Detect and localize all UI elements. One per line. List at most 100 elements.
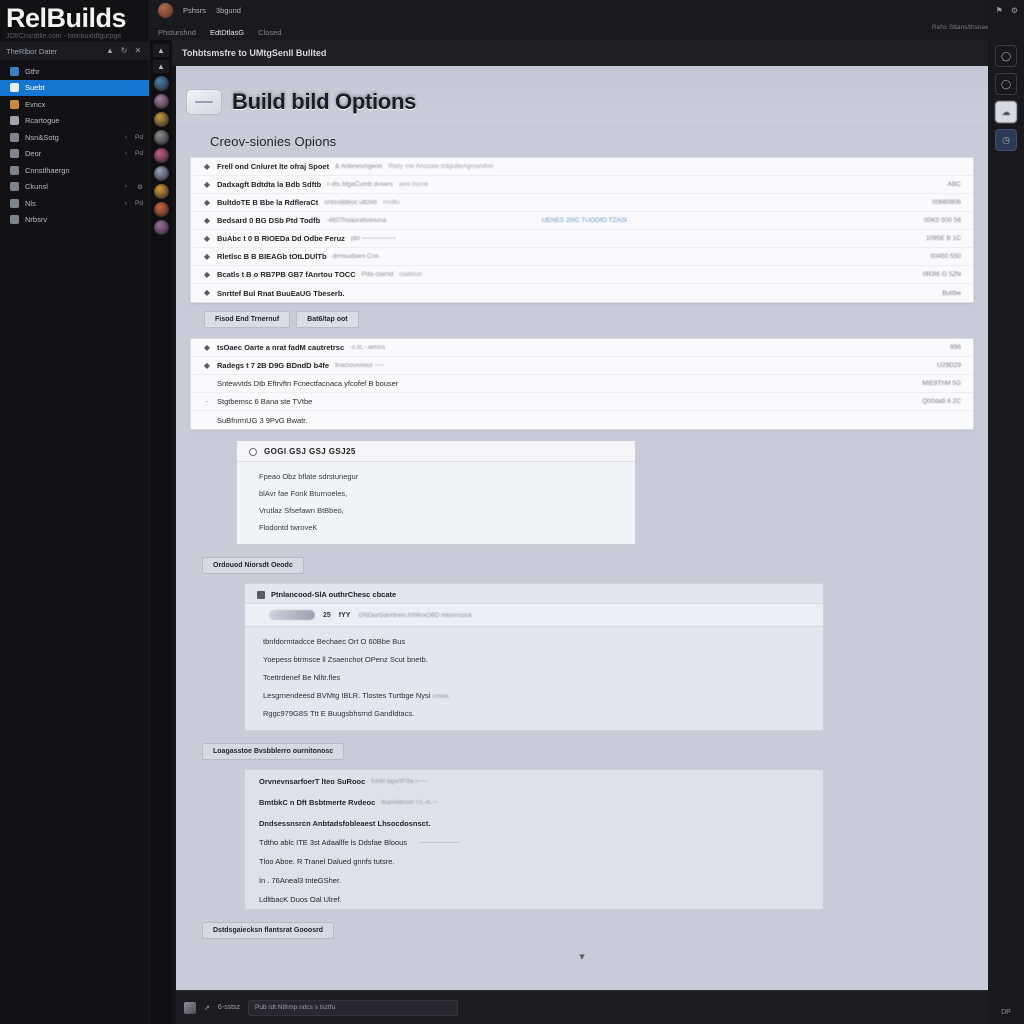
user-avatar[interactable]: [184, 1001, 196, 1014]
sidebar-item[interactable]: Rcartogue: [0, 113, 149, 130]
table-row[interactable]: ◆ Bcatls t B o RB7PB GB7 fAnrtou TOCC Pda-…: [191, 266, 973, 284]
sidebar-item-label: Gthr: [25, 66, 40, 76]
bullet-icon: ◆: [203, 197, 211, 207]
row-title: tsOaec Oarte a nrat fadM cautretrsc: [217, 343, 345, 352]
rail-avatar[interactable]: [153, 94, 169, 109]
panel-button-row: Ordouod Niorsdt Oeodc: [176, 545, 988, 583]
summary-button-row: Dstdsgaiecksn flantsrat Gooosrd: [176, 910, 988, 948]
row-title: BultdoTE B Bbe la RdfleraCt: [217, 198, 319, 207]
sidebar-item[interactable]: Evncx: [0, 96, 149, 113]
table-row[interactable]: ◆ Bedsard 0 BG DSb Ptd Todfb -4tt07hoaurat…: [191, 212, 973, 230]
sidebar-item[interactable]: Nls › Pd: [0, 195, 149, 212]
tab[interactable]: Closed: [258, 28, 281, 40]
rail-avatar[interactable]: [153, 130, 169, 145]
rail-avatar[interactable]: [153, 166, 169, 181]
cloud-icon[interactable]: ☁: [995, 101, 1017, 123]
bottom-bar-input-value: Pub rdt Ntfrmp ndcs s tsztfu: [255, 1004, 336, 1011]
close-icon[interactable]: ✕: [133, 46, 143, 56]
detail-card-body: tbnfdormtadcce Bechaec Ort O 60Bbe Bus Y…: [245, 627, 823, 730]
sidebar-item[interactable]: Deor › Pd: [0, 146, 149, 163]
sidebar-item[interactable]: Nsn&Sotg › Pd: [0, 129, 149, 146]
sidebar-item[interactable]: Nrbsrv: [0, 212, 149, 229]
row-link[interactable]: UENES 20IC TUOGfO TZASI ·: [542, 217, 631, 224]
bottom-bar-input[interactable]: Pub rdt Ntfrmp ndcs s tsztfu: [248, 999, 459, 1016]
detail-action-button[interactable]: Loagasstoe Bvsbblerro ournitonosc: [202, 743, 345, 760]
table-row[interactable]: ◆ Snrttef Bul Rnat BuuEaUG Tbeserb. Buttbe: [191, 284, 973, 302]
bullet-icon: ◆: [203, 251, 211, 261]
table-row[interactable]: ◆ BuAbc t 0 B RIOEDa Dd Odbe Feruz pbr ~-~…: [191, 230, 973, 248]
chevron-right-icon: ›: [124, 133, 127, 141]
sidebar-item[interactable]: Ckunsl › ⚙: [0, 179, 149, 196]
build-box-icon: [186, 89, 222, 115]
detail-line-dim: cntee.: [432, 692, 451, 700]
sidebar-item[interactable]: Cnnstlhaergn: [0, 162, 149, 179]
flag-icon[interactable]: ⚑: [996, 6, 1003, 15]
chevron-up-icon[interactable]: ▲: [153, 44, 169, 57]
bullet-icon: ◆: [203, 342, 211, 352]
table-row[interactable]: ◆ BultdoTE B Bbe la RdfleraCt ontsvddeuc u…: [191, 194, 973, 212]
section-title: Creov-sionies Opions: [210, 134, 337, 149]
chevron-up-icon[interactable]: ▲: [105, 46, 115, 56]
refresh-icon[interactable]: ↻: [119, 46, 129, 56]
detail-line-text: tbnfdormtadcce Bechaec Ort O 60Bbe Bus: [263, 636, 406, 646]
tab[interactable]: Phsturshnd: [158, 28, 196, 40]
table-row[interactable]: ◆ Rletlsc B B BIEAGb tOtLDUlTb drmsudoen C…: [191, 248, 973, 266]
sidebar-item-icon: [10, 66, 19, 76]
table-row[interactable]: · Stgtbemsc 6 Bana ste TVtbe Q00da5 6 2C: [191, 393, 973, 411]
rail-avatar[interactable]: [153, 76, 169, 91]
rail-avatar[interactable]: [153, 202, 169, 217]
sidebar-item[interactable]: Suebt: [0, 79, 149, 96]
right-rail-bottom-label: DP: [1001, 1009, 1011, 1016]
rail-avatar[interactable]: [153, 184, 169, 199]
sidebar-item-label: Evncx: [25, 99, 46, 109]
circle-icon[interactable]: ◯: [995, 73, 1017, 95]
choice-panel-title: GOGI GSJ GSJ GSJ25: [264, 447, 356, 456]
table-row[interactable]: ◆ Dadxagft Bdtdta la Bdb Sdftb r-dts bfgaC…: [191, 176, 973, 194]
row-subtitle: drmsudoen Cce.: [332, 253, 381, 260]
bullet-icon: [203, 380, 211, 388]
table-row[interactable]: ◆ tsOaec Oarte a nrat fadM cautretrsc -c.t…: [191, 339, 973, 357]
secondary-link[interactable]: 3bgund: [216, 6, 241, 15]
circle-icon[interactable]: ◯: [995, 45, 1017, 67]
sidebar-item-icon: [10, 182, 19, 192]
rail-avatar[interactable]: [153, 112, 169, 127]
row-title: Rletlsc B B BIEAGb tOtLDUlTb: [217, 252, 327, 261]
chevron-right-icon: ›: [124, 150, 127, 158]
detail-card-subrow[interactable]: 25 fYY GNDurGanrtnen.tVt4nxO6D mtuvroosa: [245, 604, 823, 627]
detail-card-title: Ptnlancood-SlA outhrChesc cbcate: [271, 590, 397, 599]
sidebar-item[interactable]: Gthr: [0, 63, 149, 80]
detail-line-text: Yoepess btrmsce ll Zsaenchot OPenz Scut …: [263, 654, 428, 664]
gear-icon[interactable]: ⚙: [1011, 6, 1018, 15]
row-value: 0R3I6 G 5ZN: [922, 271, 961, 278]
detail-button-row: Loagasstoe Bvsbblerro ournitonosc: [176, 731, 988, 769]
detail-card-header: Ptnlancood-SlA outhrChesc cbcate: [245, 584, 823, 604]
clock-icon[interactable]: ◷: [995, 129, 1017, 151]
row-value: MtE9ThM 5G: [922, 380, 961, 387]
row-value: U29D29: [937, 362, 961, 369]
action-button[interactable]: Fisod End Trnernuf: [204, 311, 291, 328]
avatar[interactable]: [158, 2, 173, 18]
row-text: Sntewvtds Dtb Eftrvftn Fcnectfacnaca yfc…: [217, 379, 399, 388]
table-row[interactable]: SuBfnrmUG 3 9PvG Bwatr.: [191, 411, 973, 429]
account-link[interactable]: Pshsrs: [183, 6, 206, 15]
sidebar-header: TheRlbor Dater ▲ ↻ ✕: [0, 42, 149, 60]
tab[interactable]: EdtDtlasG: [210, 28, 244, 40]
main-content: Build bild Options Creov-sionies Opions …: [176, 66, 988, 990]
chevron-up-icon[interactable]: ▲: [153, 60, 169, 73]
row-value: 00660906: [932, 199, 961, 206]
rail-avatar[interactable]: [153, 220, 169, 235]
top-bar-row-primary: Pshsrs 3bgund ⚑ ⚙: [150, 0, 1024, 20]
radio-unselected-icon[interactable]: [249, 447, 257, 456]
choice-panel-header[interactable]: GOGI GSJ GSJ GSJ25: [237, 441, 635, 462]
chip-image: [269, 610, 315, 620]
row-title: BuAbc t 0 B RIOEDa Dd Odbe Feruz: [217, 234, 345, 243]
summary-line-text: BmtbkC n Dft Bsbtmerte Rvdeoc: [259, 798, 376, 807]
rail-avatar[interactable]: [153, 148, 169, 163]
table-row[interactable]: Sntewvtds Dtb Eftrvftn Fcnectfacnaca yfc…: [191, 375, 973, 393]
options-card-header[interactable]: ◆ Frell ond Cnluret lte ofraj Spoet & An…: [191, 158, 973, 176]
table-row[interactable]: ◆ Radegs t 7 2B D9G BDndD b4fe tnacrousnou…: [191, 357, 973, 375]
chevron-down-icon[interactable]: ▾: [176, 948, 988, 963]
action-button[interactable]: Bat6/tap oot: [296, 311, 359, 328]
panel-action-button[interactable]: Ordouod Niorsdt Oeodc: [202, 557, 304, 574]
summary-action-button[interactable]: Dstdsgaiecksn flantsrat Gooosrd: [202, 922, 335, 939]
